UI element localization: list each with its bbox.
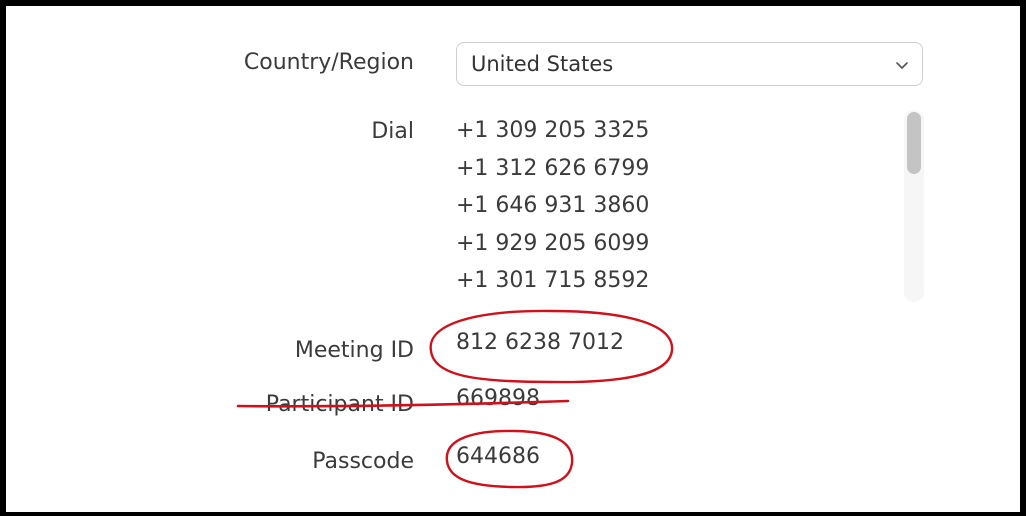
country-region-label: Country/Region <box>243 50 414 75</box>
dial-list-scrollbar[interactable] <box>904 110 924 302</box>
dial-label: Dial <box>371 119 414 144</box>
meeting-id-label: Meeting ID <box>294 338 414 363</box>
country-region-value: United States <box>471 52 614 76</box>
chevron-down-icon <box>896 62 908 69</box>
dial-number: +1 929 205 6099 <box>456 230 650 256</box>
meeting-id-value: 812 6238 7012 <box>456 330 624 355</box>
dial-number: +1 646 931 3860 <box>456 193 650 218</box>
country-region-select[interactable]: United States <box>456 42 923 86</box>
passcode-value: 644686 <box>456 444 540 469</box>
dial-number: +1 312 626 6799 <box>456 155 650 181</box>
dial-in-panel: Country/Region United States Dial +1 309… <box>6 6 1020 512</box>
dial-number-list[interactable]: +1 309 205 3325 +1 312 626 6799 +1 646 9… <box>456 112 886 302</box>
participant-id-label: Participant ID <box>265 392 414 417</box>
participant-id-value: 669898 <box>456 386 540 411</box>
dial-number: +1 301 715 8592 <box>456 268 650 293</box>
passcode-label: Passcode <box>312 449 414 474</box>
scrollbar-thumb[interactable] <box>907 112 921 174</box>
dial-number: +1 309 205 3325 <box>456 118 650 143</box>
